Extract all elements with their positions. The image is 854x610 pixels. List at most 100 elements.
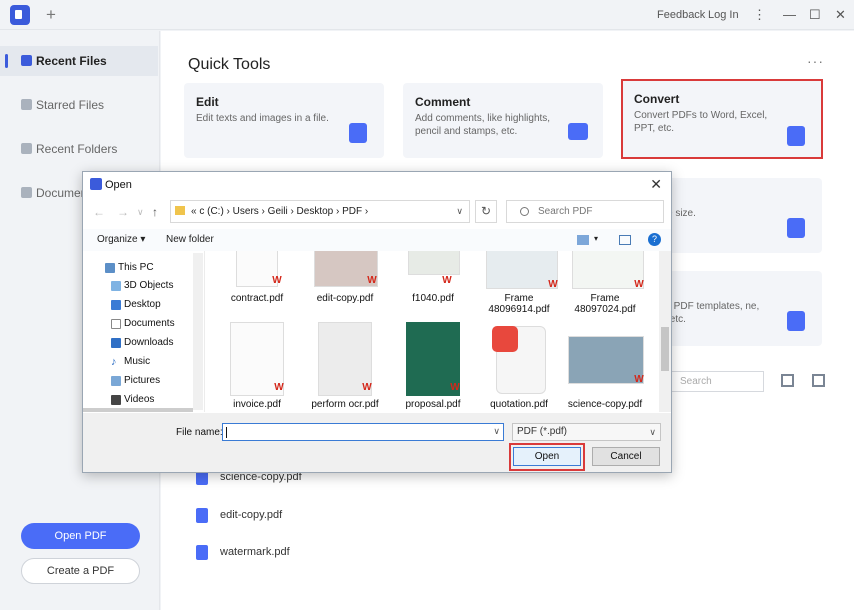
wps-pdf-icon: W bbox=[548, 279, 558, 290]
wps-pdf-icon: W bbox=[634, 374, 644, 385]
create-pdf-button[interactable]: Create a PDF bbox=[21, 558, 140, 584]
document-icon bbox=[111, 319, 121, 329]
file-name: edit-copy.pdf bbox=[316, 293, 374, 304]
up-arrow-icon[interactable]: ↑ bbox=[152, 205, 158, 219]
pdf-badge-icon bbox=[492, 326, 518, 352]
back-arrow-icon[interactable]: ← bbox=[93, 205, 105, 219]
sidebar-item-recent-files[interactable]: Recent Files bbox=[0, 46, 158, 76]
search-input[interactable]: Search bbox=[667, 371, 764, 392]
tree-item-this-pc[interactable]: This PC bbox=[83, 259, 201, 277]
tree-item-music[interactable]: ♪ Music bbox=[83, 353, 201, 371]
cube-icon bbox=[111, 281, 121, 291]
file-tile-contract[interactable]: W contract.pdf bbox=[214, 251, 300, 307]
file-tile-frame-48097024[interactable]: W Frame 48097024.pdf bbox=[562, 251, 648, 321]
tree-item-desktop[interactable]: Desktop bbox=[83, 296, 201, 314]
file-grid: W contract.pdf W edit-copy.pdf W f1040.p… bbox=[206, 251, 659, 412]
close-icon[interactable]: ✕ bbox=[835, 7, 846, 23]
organize-button[interactable]: Organize ▾ bbox=[97, 234, 145, 245]
file-tile-quotation[interactable]: quotation.pdf bbox=[476, 322, 562, 412]
file-type-select[interactable]: PDF (*.pdf) ∨ bbox=[512, 423, 661, 441]
sidebar-item-starred-files[interactable]: Starred Files bbox=[0, 90, 158, 120]
tree-item-label: This PC bbox=[118, 262, 154, 273]
sidebar-item-label: Recent Folders bbox=[36, 142, 118, 156]
file-tile-proposal[interactable]: W proposal.pdf bbox=[390, 322, 476, 412]
card-title: Comment bbox=[415, 95, 471, 109]
file-name: quotation.pdf bbox=[490, 399, 548, 410]
file-tile-science-copy[interactable]: W science-copy.pdf bbox=[562, 322, 648, 412]
more-options-icon[interactable]: ··· bbox=[807, 53, 824, 69]
tree-item-downloads[interactable]: Downloads bbox=[83, 334, 201, 352]
search-icon bbox=[520, 207, 529, 216]
file-grid-scrollbar[interactable] bbox=[659, 251, 671, 412]
search-input[interactable]: Search PDF bbox=[506, 200, 664, 223]
menu-icon[interactable]: ⋮ bbox=[753, 7, 766, 23]
feedback-link[interactable]: Feedback bbox=[657, 9, 705, 21]
file-tile-perform-ocr[interactable]: W perform ocr.pdf bbox=[302, 322, 388, 412]
download-icon bbox=[111, 338, 121, 348]
minimize-icon[interactable]: — bbox=[783, 7, 796, 22]
file-name: edit-copy.pdf bbox=[220, 509, 283, 521]
list-view-icon[interactable] bbox=[781, 374, 794, 387]
tree-item-label: Desktop bbox=[124, 299, 161, 310]
chevron-down-icon[interactable]: ∨ bbox=[456, 201, 463, 222]
wps-pdf-icon: W bbox=[442, 275, 452, 286]
grid-view-icon[interactable] bbox=[812, 374, 825, 387]
chevron-down-icon[interactable]: ∨ bbox=[493, 426, 500, 437]
open-pdf-button[interactable]: Open PDF bbox=[21, 523, 140, 549]
wps-pdf-icon: W bbox=[367, 275, 377, 286]
dialog-toolbar: Organize ▾ New folder ▾ ? bbox=[83, 229, 671, 251]
sidebar-item-label: Starred Files bbox=[36, 98, 105, 112]
forward-arrow-icon[interactable]: → bbox=[117, 205, 129, 219]
file-tile-f1040[interactable]: W f1040.pdf bbox=[390, 251, 476, 307]
star-icon bbox=[21, 99, 32, 110]
folder-icon bbox=[175, 206, 185, 215]
dialog-close-icon[interactable]: ✕ bbox=[650, 176, 662, 193]
template-icon bbox=[787, 311, 805, 331]
horizontal-scrollbar[interactable] bbox=[83, 408, 193, 412]
file-name: Frame 48096914.pdf bbox=[488, 293, 550, 315]
new-tab-button[interactable]: + bbox=[46, 5, 56, 25]
file-thumbnail bbox=[408, 251, 460, 275]
cancel-button[interactable]: Cancel bbox=[592, 447, 660, 466]
page-title: Quick Tools bbox=[188, 56, 271, 73]
view-options-icon[interactable] bbox=[577, 235, 589, 245]
recent-locations-icon[interactable]: ∨ bbox=[137, 207, 144, 218]
maximize-icon[interactable]: ☐ bbox=[809, 7, 821, 23]
login-link[interactable]: Log In bbox=[708, 9, 739, 21]
tree-item-label: Downloads bbox=[124, 337, 174, 348]
video-icon bbox=[111, 395, 121, 405]
preview-pane-icon[interactable] bbox=[619, 235, 631, 245]
file-tile-invoice[interactable]: W invoice.pdf bbox=[214, 322, 300, 412]
filename-input[interactable]: ∨ bbox=[222, 423, 504, 441]
card-desc: Edit texts and images in a file. bbox=[196, 113, 329, 124]
tree-item-documents[interactable]: Documents bbox=[83, 315, 201, 333]
recent-files-icon bbox=[21, 55, 32, 66]
tree-item-label: Videos bbox=[124, 394, 155, 405]
chevron-down-icon: ∨ bbox=[649, 427, 656, 437]
breadcrumb: « c (C:) › Users › Geili › Desktop › PDF… bbox=[191, 206, 369, 217]
file-name: contract.pdf bbox=[230, 293, 284, 304]
title-bar: + Feedback Log In ⋮ — ☐ ✕ bbox=[0, 0, 854, 30]
address-bar[interactable]: « c (C:) › Users › Geili › Desktop › PDF… bbox=[170, 200, 470, 223]
card-desc: Add comments, like highlights, pencil an… bbox=[415, 113, 551, 137]
scrollbar-thumb[interactable] bbox=[661, 327, 669, 371]
file-tile-frame-48096914[interactable]: W Frame 48096914.pdf bbox=[476, 251, 562, 321]
chevron-down-icon[interactable]: ▾ bbox=[594, 234, 598, 243]
tree-item-3d-objects[interactable]: 3D Objects bbox=[83, 277, 201, 295]
refresh-icon[interactable]: ↻ bbox=[475, 200, 497, 223]
picture-icon bbox=[111, 376, 121, 386]
help-icon[interactable]: ? bbox=[648, 233, 661, 246]
tool-card-comment[interactable]: Comment Add comments, like highlights, p… bbox=[403, 83, 603, 158]
tool-card-edit[interactable]: Edit Edit texts and images in a file. bbox=[184, 83, 384, 158]
edit-icon bbox=[349, 123, 367, 143]
tree-item-videos[interactable]: Videos bbox=[83, 391, 201, 409]
sidebar-item-recent-folders[interactable]: Recent Folders bbox=[0, 134, 158, 164]
tree-item-label: 3D Objects bbox=[124, 280, 174, 291]
new-folder-button[interactable]: New folder bbox=[166, 234, 214, 245]
open-file-dialog: Open ✕ ← → ∨ ↑ « c (C:) › Users › Geili … bbox=[82, 171, 672, 473]
file-name: f1040.pdf bbox=[412, 293, 454, 304]
tree-item-pictures[interactable]: Pictures bbox=[83, 372, 201, 390]
tree-scrollbar[interactable] bbox=[193, 253, 203, 410]
file-tile-edit-copy[interactable]: W edit-copy.pdf bbox=[302, 251, 388, 307]
file-name: invoice.pdf bbox=[233, 399, 281, 410]
